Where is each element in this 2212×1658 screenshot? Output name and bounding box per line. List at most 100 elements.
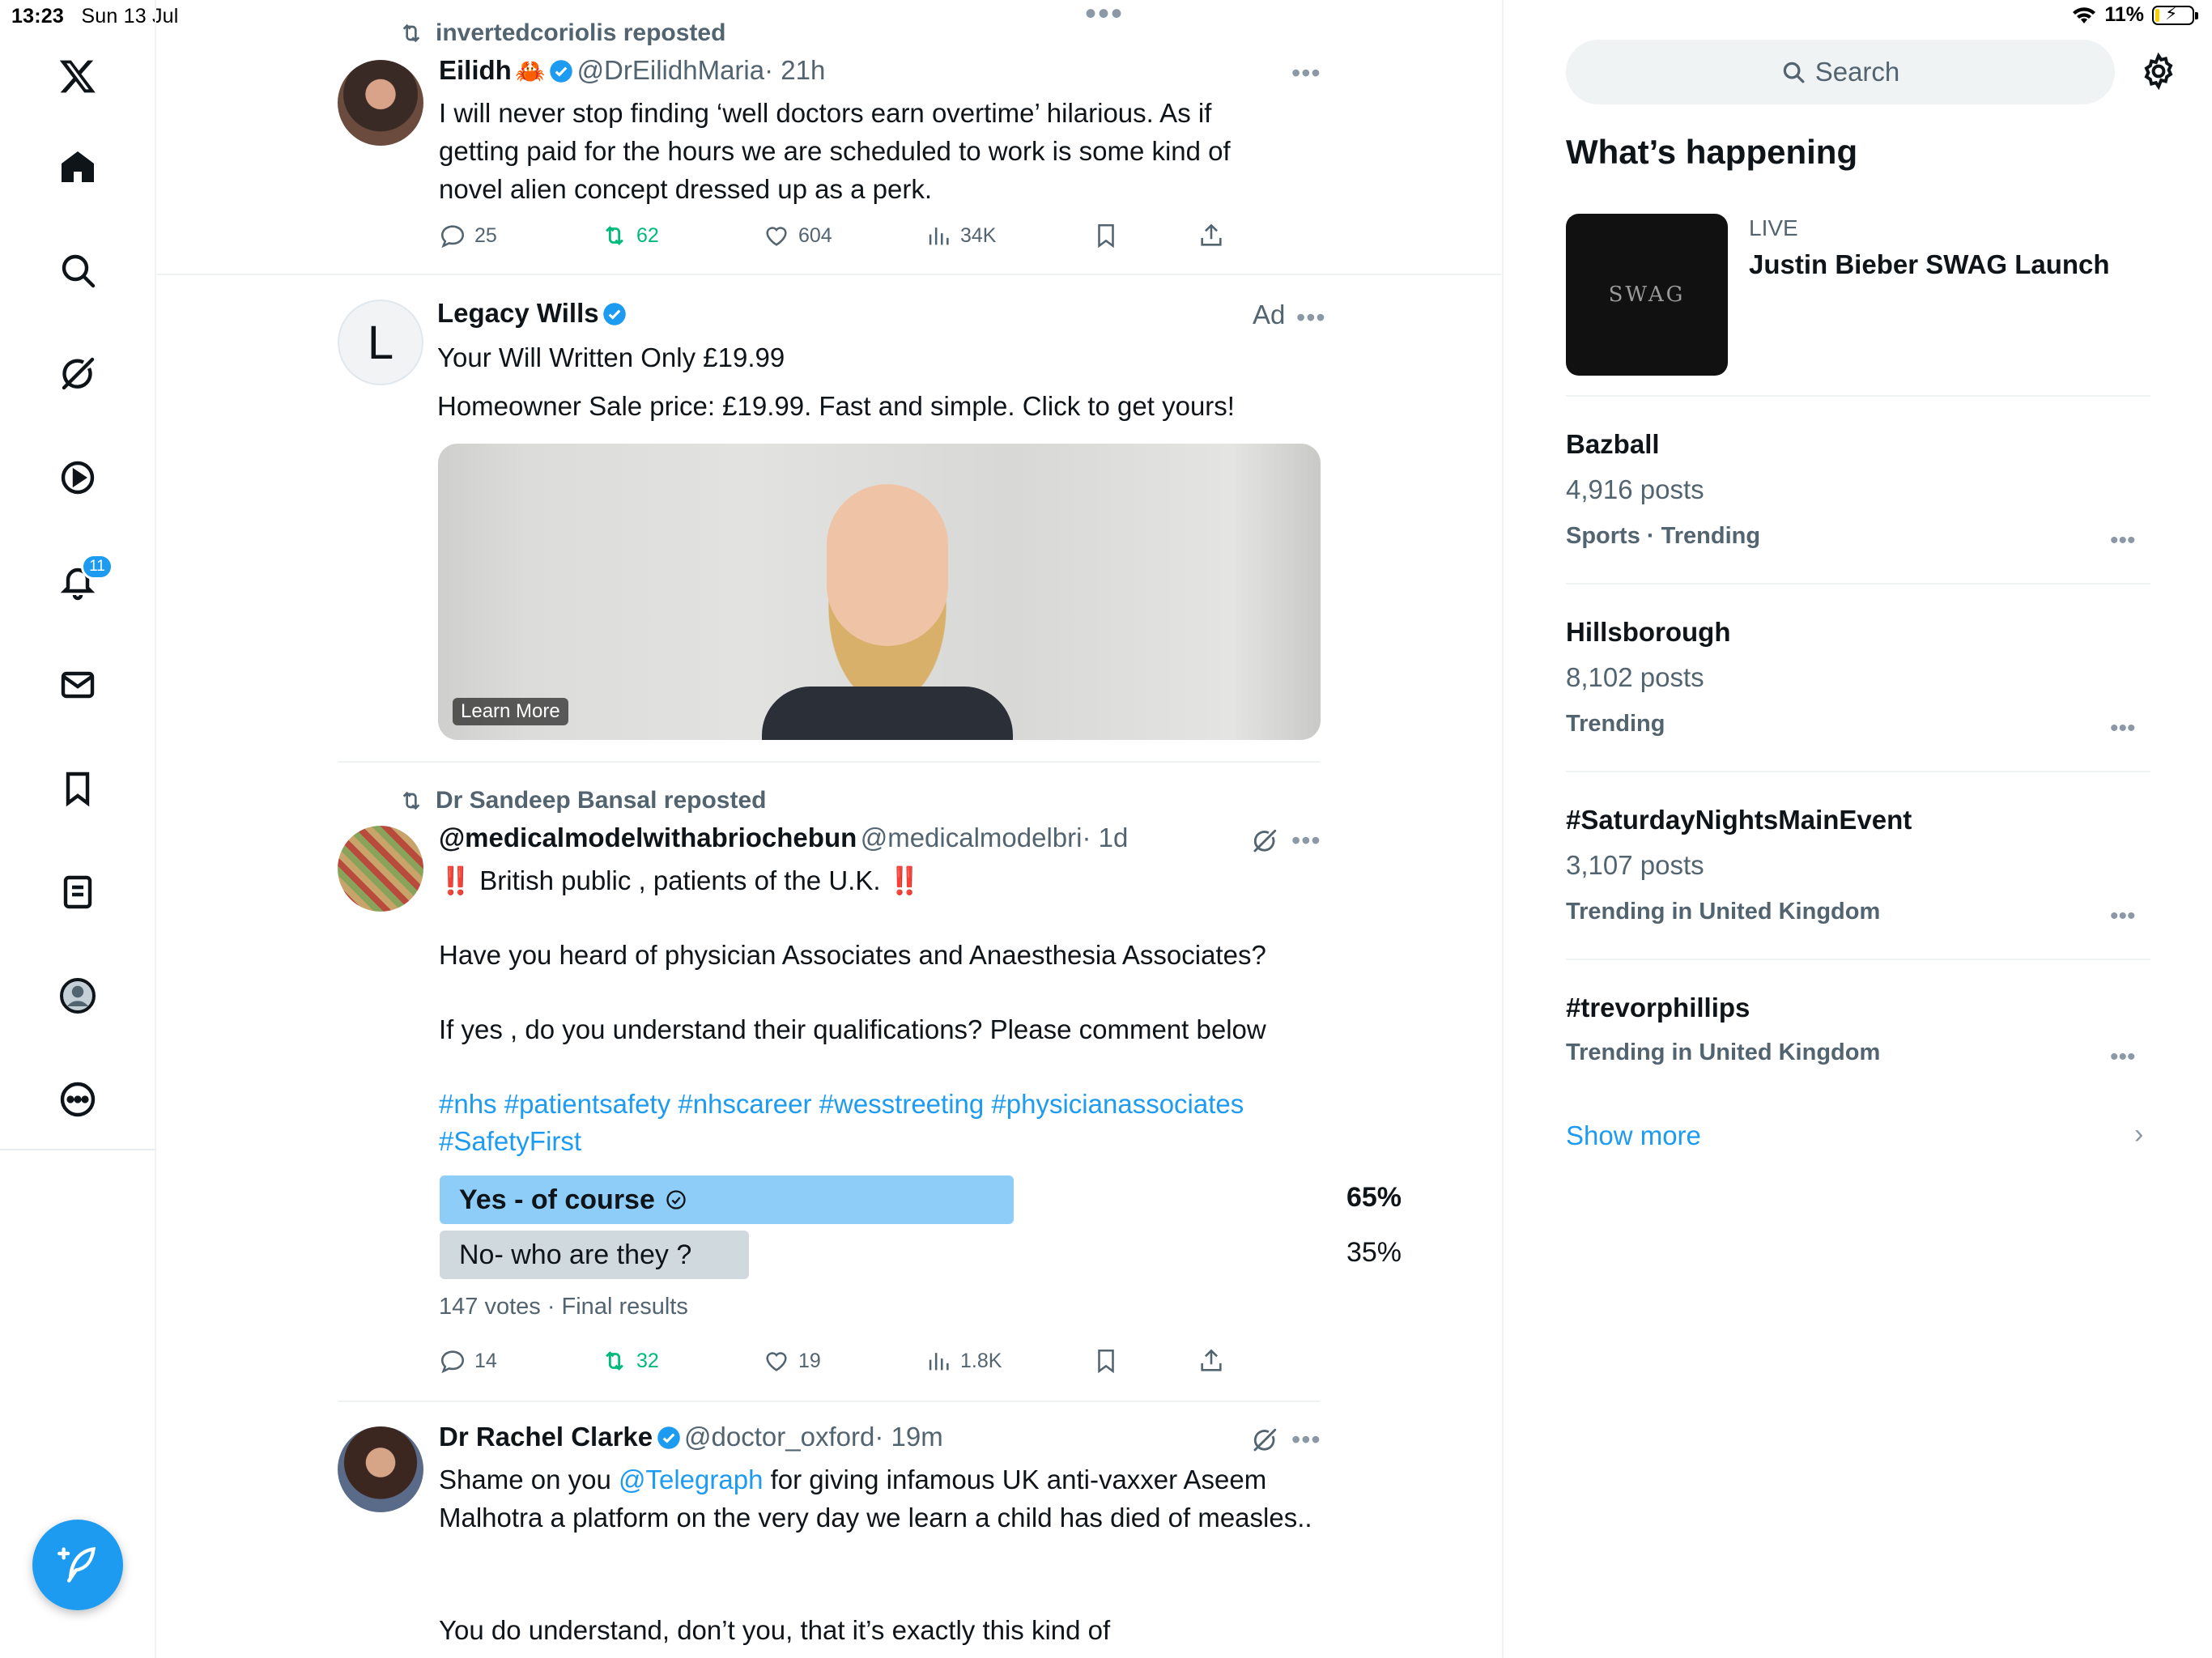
repost-indicator[interactable]: invertedcoriolis reposted xyxy=(398,19,725,47)
author-name[interactable]: Eilidh xyxy=(439,55,512,85)
views-button[interactable]: 1.8K xyxy=(925,1347,1002,1375)
nav-divider xyxy=(0,1149,156,1150)
repost-indicator[interactable]: Dr Sandeep Bansal reposted xyxy=(398,787,766,814)
grok-icon[interactable] xyxy=(1251,1426,1278,1454)
grok-icon[interactable] xyxy=(53,350,102,398)
more-options-icon[interactable]: ••• xyxy=(2110,529,2136,553)
ad-label: Ad xyxy=(1253,300,1286,329)
tweet-text-part: Shame on you xyxy=(439,1465,619,1494)
home-icon[interactable] xyxy=(53,142,102,191)
advertiser-avatar[interactable]: L xyxy=(338,300,423,385)
ad-image[interactable]: Learn More xyxy=(438,444,1321,740)
video-icon[interactable] xyxy=(53,453,102,502)
more-options-icon[interactable]: ••• xyxy=(1291,60,1321,86)
tweet-header: Eilidh 🦀 @DrEilidhMaria· 21h xyxy=(439,55,825,86)
like-button[interactable]: 19 xyxy=(763,1347,821,1375)
battery-icon: ⚡ xyxy=(2152,3,2198,25)
grok-icon[interactable] xyxy=(1251,827,1278,855)
more-icon[interactable] xyxy=(53,1075,102,1124)
notifications-count-badge: 11 xyxy=(81,554,113,580)
view-count: 34K xyxy=(960,223,997,247)
author-name[interactable]: @medicalmodelwithabriochebun xyxy=(439,823,857,852)
tweet-line: If yes , do you understand their qualifi… xyxy=(439,1014,1266,1044)
search-placeholder: Search xyxy=(1814,57,1900,87)
portrait-face xyxy=(827,484,948,646)
trend-name[interactable]: #trevorphillips xyxy=(1566,993,1750,1023)
live-event-thumbnail[interactable]: SWAG xyxy=(1566,214,1728,376)
more-options-icon[interactable]: ••• xyxy=(1291,827,1321,853)
repost-count: 32 xyxy=(636,1349,659,1372)
views-button[interactable]: 34K xyxy=(925,222,996,249)
wifi-icon xyxy=(2073,6,2096,23)
tweet-text-continued: You do understand, don’t you, that it’s … xyxy=(439,1615,1111,1645)
advertiser-name[interactable]: Legacy Wills xyxy=(437,298,599,328)
battery-percentage: 11% xyxy=(2104,3,2144,26)
feed-divider xyxy=(156,274,1502,275)
trend-context: Trending xyxy=(1566,711,1665,737)
views-icon xyxy=(929,1353,949,1371)
reply-button[interactable]: 14 xyxy=(439,1347,497,1375)
search-icon[interactable] xyxy=(53,246,102,295)
repost-label: invertedcoriolis reposted xyxy=(436,19,726,46)
reply-count: 14 xyxy=(474,1349,497,1372)
author-handle[interactable]: @doctor_oxford xyxy=(684,1422,874,1452)
search-input[interactable]: Search xyxy=(1566,40,2115,104)
mention-link[interactable]: @Telegraph xyxy=(619,1465,763,1494)
trend-name[interactable]: Hillsborough xyxy=(1566,617,1730,648)
bookmark-button[interactable] xyxy=(1092,222,1120,249)
bookmark-icon[interactable] xyxy=(53,764,102,813)
post-time[interactable]: · 19m xyxy=(874,1422,942,1452)
author-handle[interactable]: @DrEilidhMaria xyxy=(577,55,765,85)
repost-button[interactable]: 62 xyxy=(601,222,659,249)
more-options-icon[interactable]: ••• xyxy=(2110,1045,2136,1069)
check-circle-icon xyxy=(666,1190,686,1209)
profile-icon[interactable] xyxy=(53,971,102,1020)
ad-body: Homeowner Sale price: £19.99. Fast and s… xyxy=(437,391,1235,421)
more-options-icon[interactable]: ••• xyxy=(1291,1426,1321,1452)
live-event-title[interactable]: Justin Bieber SWAG Launch xyxy=(1749,249,2110,280)
view-count: 1.8K xyxy=(960,1349,1002,1372)
repost-button[interactable]: 32 xyxy=(601,1347,659,1375)
tweet-line: Have you heard of physician Associates a… xyxy=(439,940,1266,970)
repost-icon xyxy=(402,791,420,810)
verified-badge-icon xyxy=(657,1426,680,1449)
mail-icon[interactable] xyxy=(53,661,102,709)
author-name[interactable]: Dr Rachel Clarke xyxy=(439,1422,653,1452)
compose-post-button[interactable] xyxy=(32,1520,123,1610)
post-time[interactable]: · 21h xyxy=(764,55,825,85)
lists-icon[interactable] xyxy=(53,868,102,916)
author-handle[interactable]: @medicalmodelbri xyxy=(861,823,1083,852)
x-logo-icon[interactable] xyxy=(53,52,102,100)
more-options-icon[interactable]: ••• xyxy=(2110,716,2136,741)
share-button[interactable] xyxy=(1197,222,1225,249)
live-label: LIVE xyxy=(1749,215,1798,240)
verified-badge-icon xyxy=(550,60,572,83)
avatar[interactable] xyxy=(338,60,423,146)
learn-more-button[interactable]: Learn More xyxy=(453,698,568,725)
heart-icon xyxy=(766,1352,787,1371)
share-button[interactable] xyxy=(1197,1347,1225,1375)
views-icon xyxy=(929,227,949,245)
poll-option-label: No- who are they ? xyxy=(459,1239,692,1270)
poll-option: No- who are they ? xyxy=(440,1231,749,1279)
gear-icon[interactable] xyxy=(2139,52,2178,91)
more-options-icon[interactable]: ••• xyxy=(1296,304,1326,330)
like-count: 19 xyxy=(798,1349,821,1372)
heart-icon xyxy=(766,227,787,246)
hashtag-links[interactable]: #nhs #patientsafety #nhscareer #wesstree… xyxy=(439,1085,1244,1123)
reply-button[interactable]: 25 xyxy=(439,222,497,249)
like-button[interactable]: 604 xyxy=(763,222,832,249)
hashtag-link[interactable]: #SafetyFirst xyxy=(439,1122,581,1160)
reply-count: 25 xyxy=(474,223,497,247)
chevron-right-icon[interactable]: › xyxy=(2134,1119,2143,1150)
show-more-link[interactable]: Show more xyxy=(1566,1120,1701,1151)
bookmark-button[interactable] xyxy=(1092,1347,1120,1375)
more-options-icon[interactable]: ••• xyxy=(2110,904,2136,929)
bookmark-icon xyxy=(1098,1349,1114,1374)
avatar[interactable] xyxy=(338,826,423,912)
post-time[interactable]: · 1d xyxy=(1082,823,1128,852)
trend-name[interactable]: Bazball xyxy=(1566,429,1660,460)
trend-name[interactable]: #SaturdayNightsMainEvent xyxy=(1566,805,1912,835)
avatar[interactable] xyxy=(338,1426,423,1512)
section-title: What’s happening xyxy=(1566,133,1858,171)
